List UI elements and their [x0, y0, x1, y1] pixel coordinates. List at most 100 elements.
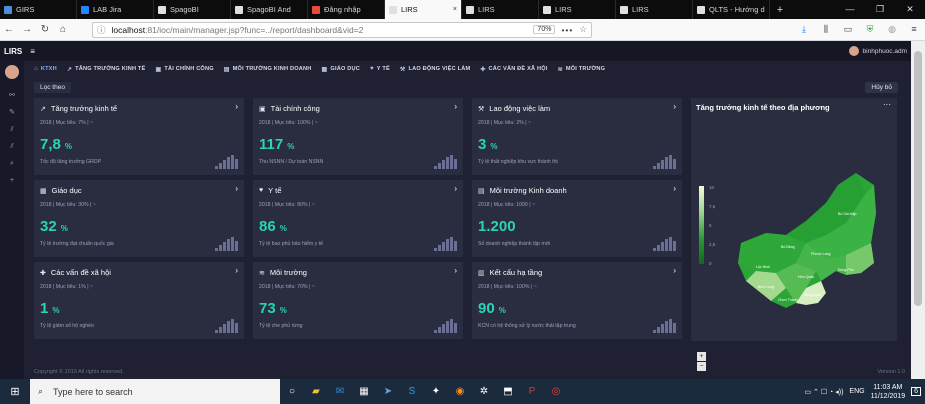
- card-meta: 2018 | Mục tiêu: 100% | ~: [259, 120, 318, 126]
- chevron-right-icon[interactable]: ›: [454, 266, 457, 275]
- browser-tab[interactable]: GIRS: [0, 0, 77, 19]
- download-icon[interactable]: ⤓: [793, 24, 815, 35]
- browser-tab[interactable]: QLTS - Hướng d: [693, 0, 770, 19]
- kpi-card[interactable]: ▤ Môi trường Kinh doanh › 2018 | Mục tiêu: …: [472, 180, 682, 257]
- file-explorer-icon[interactable]: ▰: [304, 386, 328, 397]
- browser-tab[interactable]: LAB Jira: [77, 0, 154, 19]
- powerpoint-icon[interactable]: P: [520, 386, 544, 397]
- chevron-right-icon[interactable]: ›: [235, 102, 238, 111]
- edit-icon[interactable]: ✎: [0, 104, 24, 121]
- kpi-card[interactable]: ✚ Các vấn đề xã hội › 2018 | Mục tiêu: 1% |…: [34, 262, 244, 339]
- map-zoom-out-button[interactable]: −: [697, 362, 706, 371]
- chrome-icon[interactable]: ◎: [544, 386, 568, 397]
- kpi-card[interactable]: ↗ Tăng trưởng kinh tế › 2018 | Mục tiêu: 7%…: [34, 98, 244, 175]
- adblock-icon[interactable]: ⛨: [859, 24, 881, 35]
- settings-icon[interactable]: ✲: [472, 386, 496, 397]
- add-icon[interactable]: +: [0, 172, 24, 189]
- hamburger-icon[interactable]: ≡: [30, 47, 35, 56]
- chevron-right-icon[interactable]: ›: [454, 184, 457, 193]
- card-meta: 2018 | Mục tiêu: 1% | ~: [40, 284, 94, 290]
- chevron-right-icon[interactable]: ›: [235, 184, 238, 193]
- menu-item[interactable]: ↗ TĂNG TRƯỞNG KINH TẾ: [67, 66, 146, 73]
- reload-icon[interactable]: ↻: [36, 24, 54, 35]
- map-zoom-in-button[interactable]: +: [697, 352, 706, 361]
- minimize-button[interactable]: —: [835, 0, 865, 19]
- telegram-icon[interactable]: ➤: [376, 386, 400, 397]
- menu-item[interactable]: ♥ Y TẾ: [370, 66, 390, 72]
- restore-button[interactable]: ❐: [865, 0, 895, 19]
- language-indicator[interactable]: ENG: [849, 388, 864, 395]
- task-view-icon[interactable]: ○: [280, 386, 304, 397]
- browser-tab[interactable]: Đăng nhập: [308, 0, 385, 19]
- province-map[interactable]: Bù Đăng Phước Long Lộc Ninh Bù Gia Mập B…: [726, 163, 886, 328]
- card-icon: ↗: [40, 105, 46, 113]
- chevron-right-icon[interactable]: ›: [673, 266, 676, 275]
- menu-item[interactable]: ▤ MÔI TRƯỜNG KINH DOANH: [224, 66, 312, 73]
- browser-tab[interactable]: SpagoBI And: [231, 0, 308, 19]
- browser-tab[interactable]: LIRS: [539, 0, 616, 19]
- filter-label[interactable]: Lọc theo: [34, 81, 71, 93]
- user-menu[interactable]: binhphuoc.adm: [848, 46, 907, 56]
- sidebar-icon[interactable]: ▭: [837, 24, 859, 35]
- notification-icon[interactable]: 6: [911, 387, 921, 396]
- more-icon[interactable]: ···: [883, 100, 891, 109]
- kpi-card[interactable]: ▣ Tài chính công › 2018 | Mục tiêu: 100% | …: [253, 98, 463, 175]
- clock-date: 11/12/2019: [870, 392, 906, 400]
- chevron-right-icon[interactable]: ›: [454, 102, 457, 111]
- search-icon[interactable]: ⌕: [0, 155, 24, 172]
- chart-icon[interactable]: ⫽: [0, 121, 24, 138]
- zoom-indicator[interactable]: 70%: [533, 25, 556, 34]
- taskbar-search[interactable]: ⌕ Type here to search: [30, 379, 280, 404]
- browser-tab[interactable]: LIRS ×: [385, 0, 462, 19]
- card-value-number: 3: [478, 136, 487, 153]
- firefox-icon[interactable]: ◉: [448, 386, 472, 397]
- share-icon[interactable]: ⚯: [0, 87, 24, 104]
- browser-tab[interactable]: SpagoBI: [154, 0, 231, 19]
- sidebar-avatar[interactable]: [5, 65, 19, 79]
- menu-item[interactable]: ✚ CÁC VẤN ĐỀ XÃ HỘI: [480, 66, 547, 73]
- close-window-button[interactable]: ✕: [895, 0, 925, 19]
- favicon-icon: [620, 5, 628, 14]
- menu-icon: ⌂: [34, 66, 38, 72]
- calendar-icon[interactable]: ▦: [352, 386, 376, 397]
- library-icon[interactable]: ⫼: [815, 24, 837, 35]
- menu-item[interactable]: ⌂ KTXH: [34, 66, 57, 72]
- url-bar[interactable]: ⓘ localhost :81/ioc/main/manager.jsp?fun…: [92, 21, 592, 38]
- cancel-button[interactable]: Hủy bỏ: [865, 81, 898, 93]
- installer-icon[interactable]: ⬒: [496, 386, 520, 397]
- close-tab-icon[interactable]: ×: [453, 6, 457, 13]
- menu-item[interactable]: ▣ TÀI CHÍNH CÔNG: [155, 66, 213, 73]
- kpi-card[interactable]: ▦ Giáo dục › 2018 | Mục tiêu: 30% | ~ 32% Tỷ …: [34, 180, 244, 257]
- back-arrow-icon[interactable]: ←: [0, 24, 18, 35]
- tray-icons[interactable]: ▭ ⌃ ☐ ◔ ◂)): [804, 388, 843, 396]
- skype-icon[interactable]: S: [400, 386, 424, 397]
- extension-icon[interactable]: ◍: [881, 24, 903, 35]
- scrollbar-thumb[interactable]: [914, 51, 922, 306]
- page-actions-icon[interactable]: •••: [561, 25, 573, 35]
- chevron-right-icon[interactable]: ›: [673, 102, 676, 111]
- outlook-icon[interactable]: ✉: [328, 386, 352, 397]
- page-scrollbar[interactable]: [911, 41, 925, 379]
- kpi-card[interactable]: ▥ Kết cấu hạ tầng › 2018 | Mục tiêu: 100% |…: [472, 262, 682, 339]
- home-icon[interactable]: ⌂: [54, 24, 72, 35]
- browser-tab[interactable]: LIRS: [462, 0, 539, 19]
- kpi-card[interactable]: ⚒ Lao động việc làm › 2018 | Mục tiêu: 2% |…: [472, 98, 682, 175]
- kpi-card[interactable]: ♥ Y tế › 2018 | Mục tiêu: 80% | ~ 86% Tỷ lệ b…: [253, 180, 463, 257]
- chevron-right-icon[interactable]: ›: [673, 184, 676, 193]
- clock[interactable]: 11:03 AM 11/12/2019: [871, 383, 906, 401]
- browser-tab[interactable]: LIRS: [616, 0, 693, 19]
- report-icon[interactable]: ⫽: [0, 138, 24, 155]
- region-label: Bình Long: [758, 285, 774, 289]
- bookmark-star-icon[interactable]: ☆: [579, 24, 587, 35]
- menu-item[interactable]: ⚒ LAO ĐỘNG VIỆC LÀM: [400, 66, 470, 73]
- menu-item[interactable]: ▦ GIÁO DỤC: [322, 66, 360, 73]
- app-icon[interactable]: ✦: [424, 386, 448, 397]
- chevron-right-icon[interactable]: ›: [235, 266, 238, 275]
- new-tab-button[interactable]: +: [770, 0, 790, 19]
- hamburger-menu-icon[interactable]: ≡: [903, 24, 925, 35]
- windows-start-icon[interactable]: ⊞: [0, 385, 30, 398]
- kpi-card[interactable]: ≋ Môi trường › 2018 | Mục tiêu: 70% | ~ 73% T…: [253, 262, 463, 339]
- info-icon[interactable]: ⓘ: [97, 24, 106, 36]
- forward-arrow-icon[interactable]: →: [18, 24, 36, 35]
- menu-item[interactable]: ≋ MÔI TRƯỜNG: [558, 66, 606, 73]
